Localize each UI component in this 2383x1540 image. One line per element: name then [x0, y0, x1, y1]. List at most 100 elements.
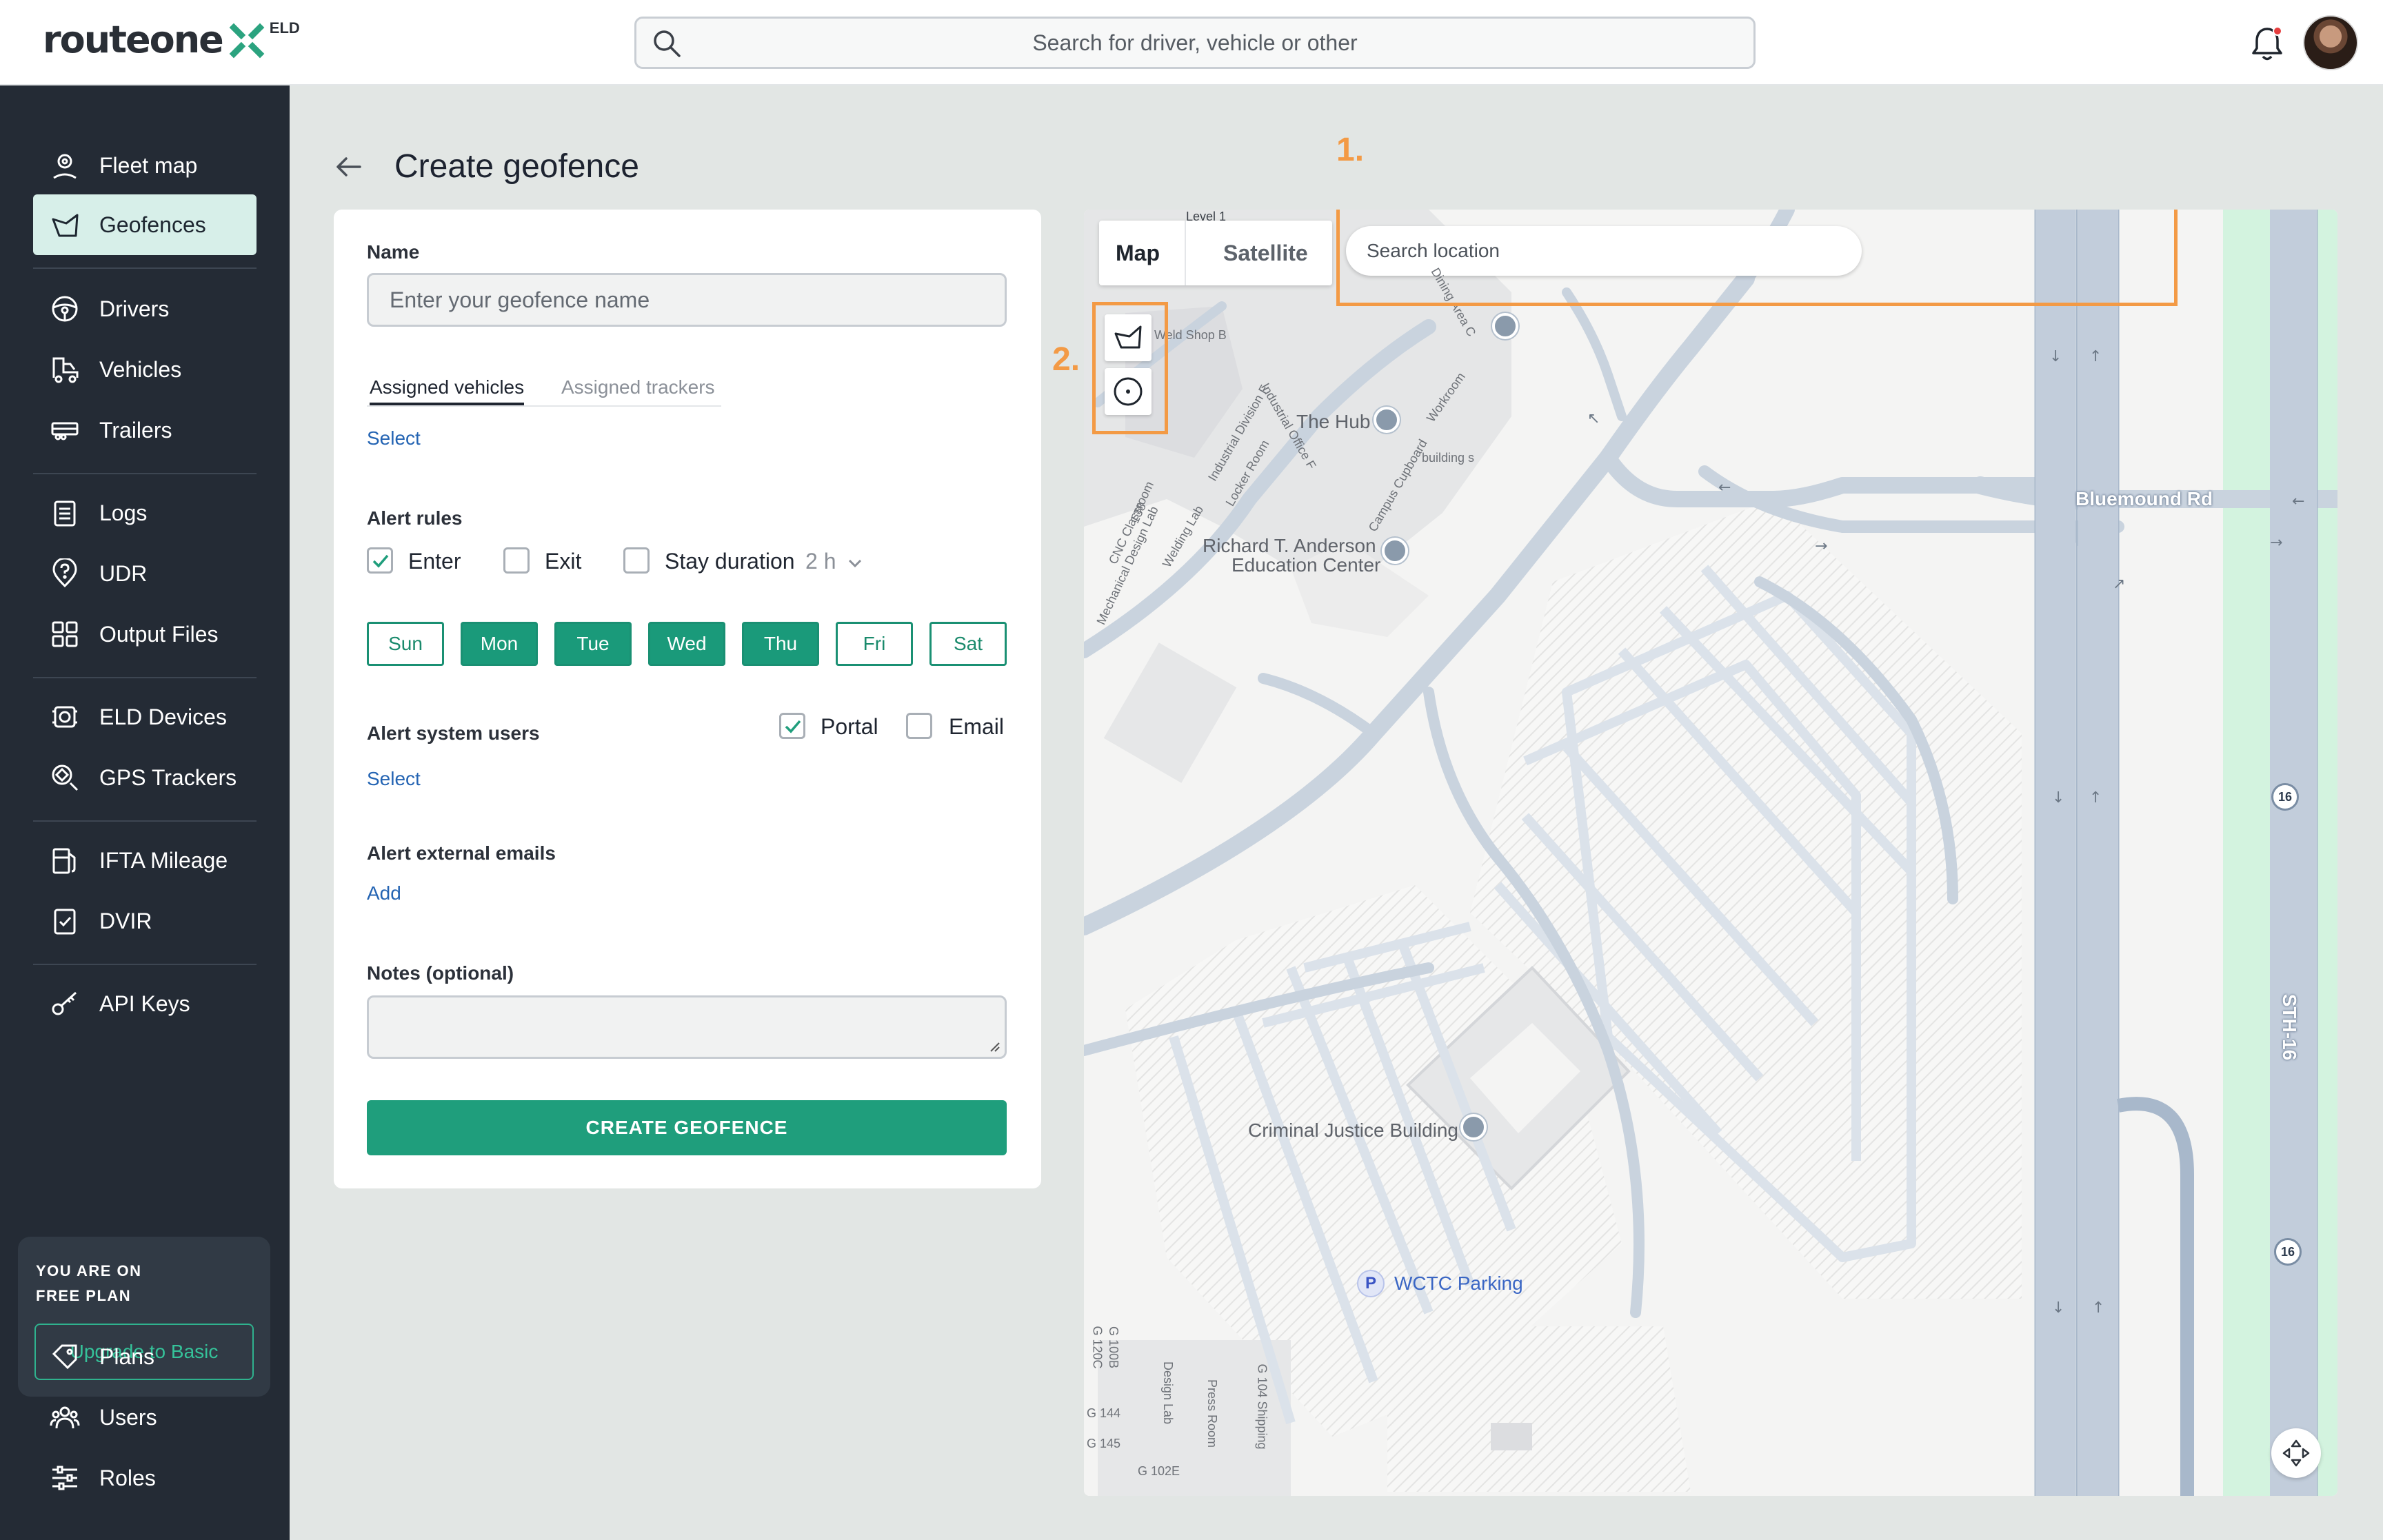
school-pin-icon[interactable] [1460, 1114, 1487, 1140]
back-arrow-icon[interactable] [332, 150, 365, 183]
sidebar-item-label: Roles [99, 1466, 156, 1490]
school-pin-icon[interactable] [1374, 407, 1400, 433]
resize-handle-icon[interactable] [985, 1037, 1001, 1053]
add-email-link[interactable]: Add [367, 882, 401, 904]
device-icon [52, 706, 77, 728]
sidebar-item-vehicles[interactable]: Vehicles [33, 339, 257, 400]
day-fri-toggle[interactable]: Fri [836, 622, 913, 666]
question-pin-icon [52, 558, 77, 588]
parking-icon[interactable]: P [1357, 1270, 1385, 1297]
recenter-button[interactable] [2271, 1428, 2321, 1478]
sidebar-divider [33, 677, 257, 678]
sidebar-item-label: GPS Trackers [99, 765, 237, 790]
day-sun-toggle[interactable]: Sun [367, 622, 444, 666]
geofence-name-input[interactable]: Enter your geofence name [367, 273, 1007, 327]
select-vehicles-link[interactable]: Select [367, 427, 421, 449]
clipboard-icon [54, 500, 76, 527]
stay-duration-select[interactable]: 2 h [805, 549, 864, 574]
enter-checkbox[interactable] [367, 547, 393, 574]
checklist-icon [54, 909, 76, 935]
sidebar-item-drivers[interactable]: Drivers [33, 278, 257, 339]
tab-map[interactable]: Map [1116, 221, 1160, 285]
sidebar-item-label: UDR [99, 561, 148, 586]
annotation-number-1: 1. [1336, 132, 1365, 168]
sidebar-item-geofences[interactable]: Geofences [33, 194, 257, 255]
day-sat-toggle[interactable]: Sat [929, 622, 1007, 666]
top-bar: routeone ELD Search for driver, vehicle … [0, 0, 2383, 85]
alert-rules-label: Alert rules [367, 507, 463, 529]
map-label-hub: The Hub [1296, 411, 1371, 432]
notes-textarea[interactable] [367, 995, 1007, 1059]
external-emails-label: Alert external emails [367, 842, 556, 864]
svg-text:↑: ↑ [2089, 348, 2102, 365]
name-label: Name [367, 241, 420, 263]
email-label: Email [949, 714, 1005, 739]
school-pin-icon[interactable] [1382, 538, 1408, 564]
enter-label: Enter [408, 549, 461, 574]
sidebar-item-fleet-map[interactable]: Fleet map [33, 135, 257, 196]
exit-checkbox[interactable] [503, 547, 530, 574]
sidebar-item-label: Output Files [99, 622, 219, 647]
sidebar-item-output-files[interactable]: Output Files [33, 604, 257, 665]
tab-assigned-trackers[interactable]: Assigned trackers [561, 374, 715, 405]
sidebar-item-label: ELD Devices [99, 705, 227, 729]
sidebar-divider [33, 964, 257, 965]
sidebar-item-ifta-mileage[interactable]: IFTA Mileage [33, 830, 257, 891]
map-label-g104: G 104 Shipping [1255, 1364, 1269, 1450]
sidebar-item-udr[interactable]: UDR [33, 543, 257, 604]
notification-dot [2273, 26, 2282, 36]
sidebar-item-eld-devices[interactable]: ELD Devices [33, 687, 257, 747]
avatar[interactable] [2303, 15, 2358, 70]
create-geofence-button[interactable]: CREATE GEOFENCE [367, 1100, 1007, 1155]
tab-assigned-vehicles[interactable]: Assigned vehicles [370, 374, 525, 405]
sidebar-item-label: Plans [99, 1344, 155, 1369]
sidebar-item-plans[interactable]: Plans [33, 1326, 257, 1387]
sidebar-divider [33, 473, 257, 474]
svg-text:↓: ↓ [2049, 348, 2062, 365]
sidebar-item-label: Drivers [99, 296, 170, 321]
sidebar-item-label: API Keys [99, 991, 190, 1016]
fuel-icon [52, 848, 76, 874]
sidebar-item-trailers[interactable]: Trailers [33, 400, 257, 460]
sidebar-item-label: Logs [99, 500, 148, 525]
gps-icon [52, 764, 79, 791]
sidebar-item-label: Vehicles [99, 357, 182, 382]
sidebar-item-api-keys[interactable]: API Keys [33, 973, 257, 1034]
email-checkbox[interactable] [906, 713, 932, 739]
alert-system-users-label: Alert system users [367, 722, 540, 744]
global-search-input[interactable]: Search for driver, vehicle or other [634, 17, 1756, 69]
sidebar-item-label: IFTA Mileage [99, 848, 228, 873]
svg-text:←: ← [2292, 493, 2304, 510]
plan-status: YOU ARE ON FREE PLAN [36, 1259, 142, 1308]
map-view[interactable]: ↓ ↑ ↓ ↑ ↓ ↑ ← → ← → ↖ ↗ Map Satellite Search l… [1084, 210, 2337, 1496]
day-wed-toggle[interactable]: Wed [648, 622, 725, 666]
day-mon-toggle[interactable]: Mon [461, 622, 538, 666]
stay-duration-checkbox[interactable] [623, 547, 650, 574]
logo[interactable]: routeone ELD [43, 18, 300, 66]
portal-checkbox[interactable] [779, 713, 805, 739]
sidebar-item-users[interactable]: Users [33, 1387, 257, 1448]
svg-text:↓: ↓ [2052, 789, 2064, 807]
svg-text:↓: ↓ [2052, 1299, 2064, 1317]
files-icon [52, 621, 78, 647]
day-thu-toggle[interactable]: Thu [742, 622, 819, 666]
tag-icon [52, 1344, 77, 1370]
geofence-icon [52, 214, 79, 237]
sidebar-item-dvir[interactable]: DVIR [33, 891, 257, 951]
sidebar-item-logs[interactable]: Logs [33, 483, 257, 543]
sidebar-item-roles[interactable]: Roles [33, 1448, 257, 1508]
select-users-link[interactable]: Select [367, 768, 421, 790]
map-label-sth16: STH-16 [2279, 993, 2301, 1061]
check-icon [785, 720, 801, 733]
map-label-criminal-justice: Criminal Justice Building [1248, 1119, 1459, 1141]
map-label-level: Level 1 [1186, 210, 1227, 223]
users-icon [50, 1406, 80, 1429]
sidebar-item-gps-trackers[interactable]: GPS Trackers [33, 747, 257, 808]
day-tue-toggle[interactable]: Tue [554, 622, 632, 666]
highlight-search-location [1336, 210, 2178, 306]
map-tab-divider [1185, 221, 1186, 285]
page-title: Create geofence [394, 148, 639, 185]
tab-satellite[interactable]: Satellite [1223, 221, 1308, 285]
map-label-bluemound: Bluemound Rd [2075, 488, 2213, 509]
school-pin-icon[interactable] [1492, 313, 1518, 339]
